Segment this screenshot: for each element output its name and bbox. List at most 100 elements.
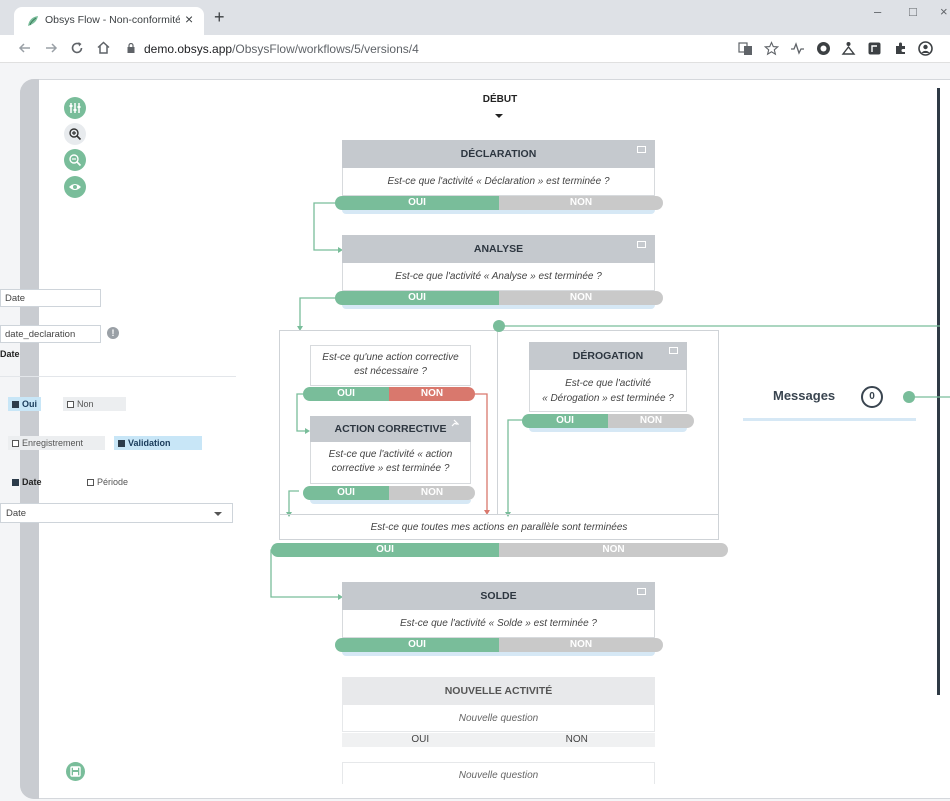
yes-button[interactable]: OUI	[342, 733, 499, 747]
node-action-question-body-line2: corrective » est terminée ?	[331, 463, 450, 474]
section-label: Date	[0, 349, 20, 359]
bookmark-star-icon[interactable]	[764, 41, 779, 56]
mode-record-label: Enregistrement	[22, 438, 84, 448]
forward-arrow-icon[interactable]	[44, 41, 58, 55]
node-derogation-answers: OUI NON	[522, 414, 694, 428]
new-tab-button[interactable]: +	[214, 8, 225, 26]
node-declaration-title[interactable]: DÉCLARATION	[342, 140, 655, 168]
lock-icon	[127, 43, 135, 53]
window-minimize-button[interactable]: –	[874, 4, 881, 19]
yes-button[interactable]: OUI	[303, 486, 389, 500]
yes-button[interactable]: OUI	[335, 196, 499, 210]
messages-underline	[743, 418, 916, 421]
puzzle-app-extension-icon[interactable]	[867, 41, 882, 56]
comment-icon[interactable]	[637, 241, 646, 248]
browser-tab[interactable]: Obsys Flow - Non-conformité Q ×	[14, 7, 204, 35]
home-icon[interactable]	[96, 40, 111, 55]
panel-divider	[0, 376, 236, 377]
node-analyse-question[interactable]: Est-ce que l'activité « Analyse » est te…	[342, 263, 655, 291]
reload-icon[interactable]	[70, 41, 84, 55]
node-declaration-question[interactable]: Est-ce que l'activité « Déclaration » es…	[342, 168, 655, 196]
node-new-title[interactable]: NOUVELLE ACTIVITÉ	[342, 677, 655, 705]
node-action-question-line2: est nécessaire ?	[354, 366, 427, 377]
window-maximize-button[interactable]: □	[909, 4, 917, 19]
browser-toolbar: demo.obsys.app/ObsysFlow/workflows/5/ver…	[0, 35, 950, 63]
node-derogation-question-line2: « Dérogation » est terminée ?	[542, 393, 674, 404]
browser-tabbar: Obsys Flow - Non-conformité Q × + – □ ×	[0, 0, 950, 35]
node-action-question-answers: OUI NON	[303, 387, 475, 401]
back-arrow-icon[interactable]	[18, 41, 32, 55]
chevron-down-icon	[214, 512, 222, 516]
node-shadow	[342, 652, 655, 656]
required-no-toggle[interactable]: Non	[63, 397, 126, 411]
type-date-toggle[interactable]: Date	[8, 475, 46, 489]
caret-down-icon	[495, 114, 503, 118]
node-action-question[interactable]: Est-ce qu'une action corrective est néce…	[310, 345, 471, 386]
info-icon[interactable]: !	[107, 327, 119, 339]
no-button[interactable]: NON	[499, 733, 656, 747]
grammar-extension-icon[interactable]	[816, 41, 831, 56]
no-button[interactable]: NON	[499, 543, 728, 557]
node-analyse-title[interactable]: ANALYSE	[342, 235, 655, 263]
node-action-question-body[interactable]: Est-ce que l'activité « action correctiv…	[310, 442, 471, 484]
no-button[interactable]: NON	[608, 414, 694, 428]
node-solde-answers: OUI NON	[335, 638, 663, 652]
no-button[interactable]: NON	[499, 291, 663, 305]
node-derogation-question-line1: Est-ce que l'activité	[565, 378, 651, 389]
parallel-question[interactable]: Est-ce que toutes mes actions en parallè…	[279, 522, 719, 533]
checkbox-checked-icon	[118, 440, 125, 447]
node-new-question[interactable]: Nouvelle question	[342, 705, 655, 732]
node-solde-title[interactable]: SOLDE	[342, 582, 655, 610]
node-derogation-question[interactable]: Est-ce que l'activité « Dérogation » est…	[529, 370, 687, 412]
type-select[interactable]: Date	[0, 503, 233, 523]
required-yes-label: Oui	[22, 399, 37, 409]
node-derogation-title[interactable]: DÉROGATION	[529, 342, 687, 370]
zoom-out-icon	[69, 154, 82, 167]
pulse-extension-icon[interactable]	[790, 41, 805, 56]
pin-icon[interactable]	[451, 419, 459, 427]
yes-button[interactable]: OUI	[271, 543, 499, 557]
mode-validation-toggle[interactable]: Validation	[114, 436, 202, 450]
preview-button[interactable]	[64, 176, 86, 198]
node-action-title[interactable]: ACTION CORRECTIVE	[310, 416, 471, 442]
key-input[interactable]: date_declaration	[0, 325, 101, 343]
connector-handle[interactable]	[493, 320, 505, 332]
node-new-question-2[interactable]: Nouvelle question	[342, 762, 655, 784]
yes-button[interactable]: OUI	[335, 291, 499, 305]
yes-button[interactable]: OUI	[522, 414, 608, 428]
checkbox-icon	[12, 440, 19, 447]
yes-button[interactable]: OUI	[303, 387, 389, 401]
yes-button[interactable]: OUI	[335, 638, 499, 652]
messages-connector-handle[interactable]	[903, 391, 915, 403]
node-shadow	[529, 428, 687, 432]
mode-record-toggle[interactable]: Enregistrement	[8, 436, 105, 450]
comment-icon[interactable]	[669, 347, 678, 354]
url-host: demo.obsys.app	[144, 42, 233, 56]
address-bar[interactable]: demo.obsys.app/ObsysFlow/workflows/5/ver…	[144, 42, 419, 56]
type-period-toggle[interactable]: Période	[83, 475, 132, 489]
profile-avatar-icon[interactable]	[918, 41, 933, 56]
no-button[interactable]: NON	[499, 196, 663, 210]
no-button[interactable]: NON	[389, 486, 475, 500]
no-button[interactable]: NON	[389, 387, 475, 401]
required-yes-toggle[interactable]: Oui	[8, 397, 41, 411]
no-button[interactable]: NON	[499, 638, 663, 652]
sliders-icon	[69, 103, 81, 113]
node-solde-question[interactable]: Est-ce que l'activité « Solde » est term…	[342, 610, 655, 638]
node-shadow	[310, 500, 471, 504]
accessibility-extension-icon[interactable]	[841, 41, 856, 56]
save-button[interactable]	[66, 762, 85, 781]
parallel-footer-divider	[279, 514, 719, 515]
messages-count-badge[interactable]: 0	[861, 386, 883, 408]
label-input[interactable]: Date	[0, 289, 101, 307]
window-close-button[interactable]: ×	[940, 4, 948, 19]
settings-sliders-button[interactable]	[64, 97, 86, 119]
extensions-puzzle-icon[interactable]	[893, 41, 908, 56]
translate-icon[interactable]	[738, 41, 753, 56]
zoom-in-button[interactable]	[64, 123, 86, 145]
zoom-out-button[interactable]	[64, 149, 86, 171]
tab-close-icon[interactable]: ×	[185, 11, 193, 27]
checkbox-icon	[87, 479, 94, 486]
comment-icon[interactable]	[637, 588, 646, 595]
comment-icon[interactable]	[637, 146, 646, 153]
